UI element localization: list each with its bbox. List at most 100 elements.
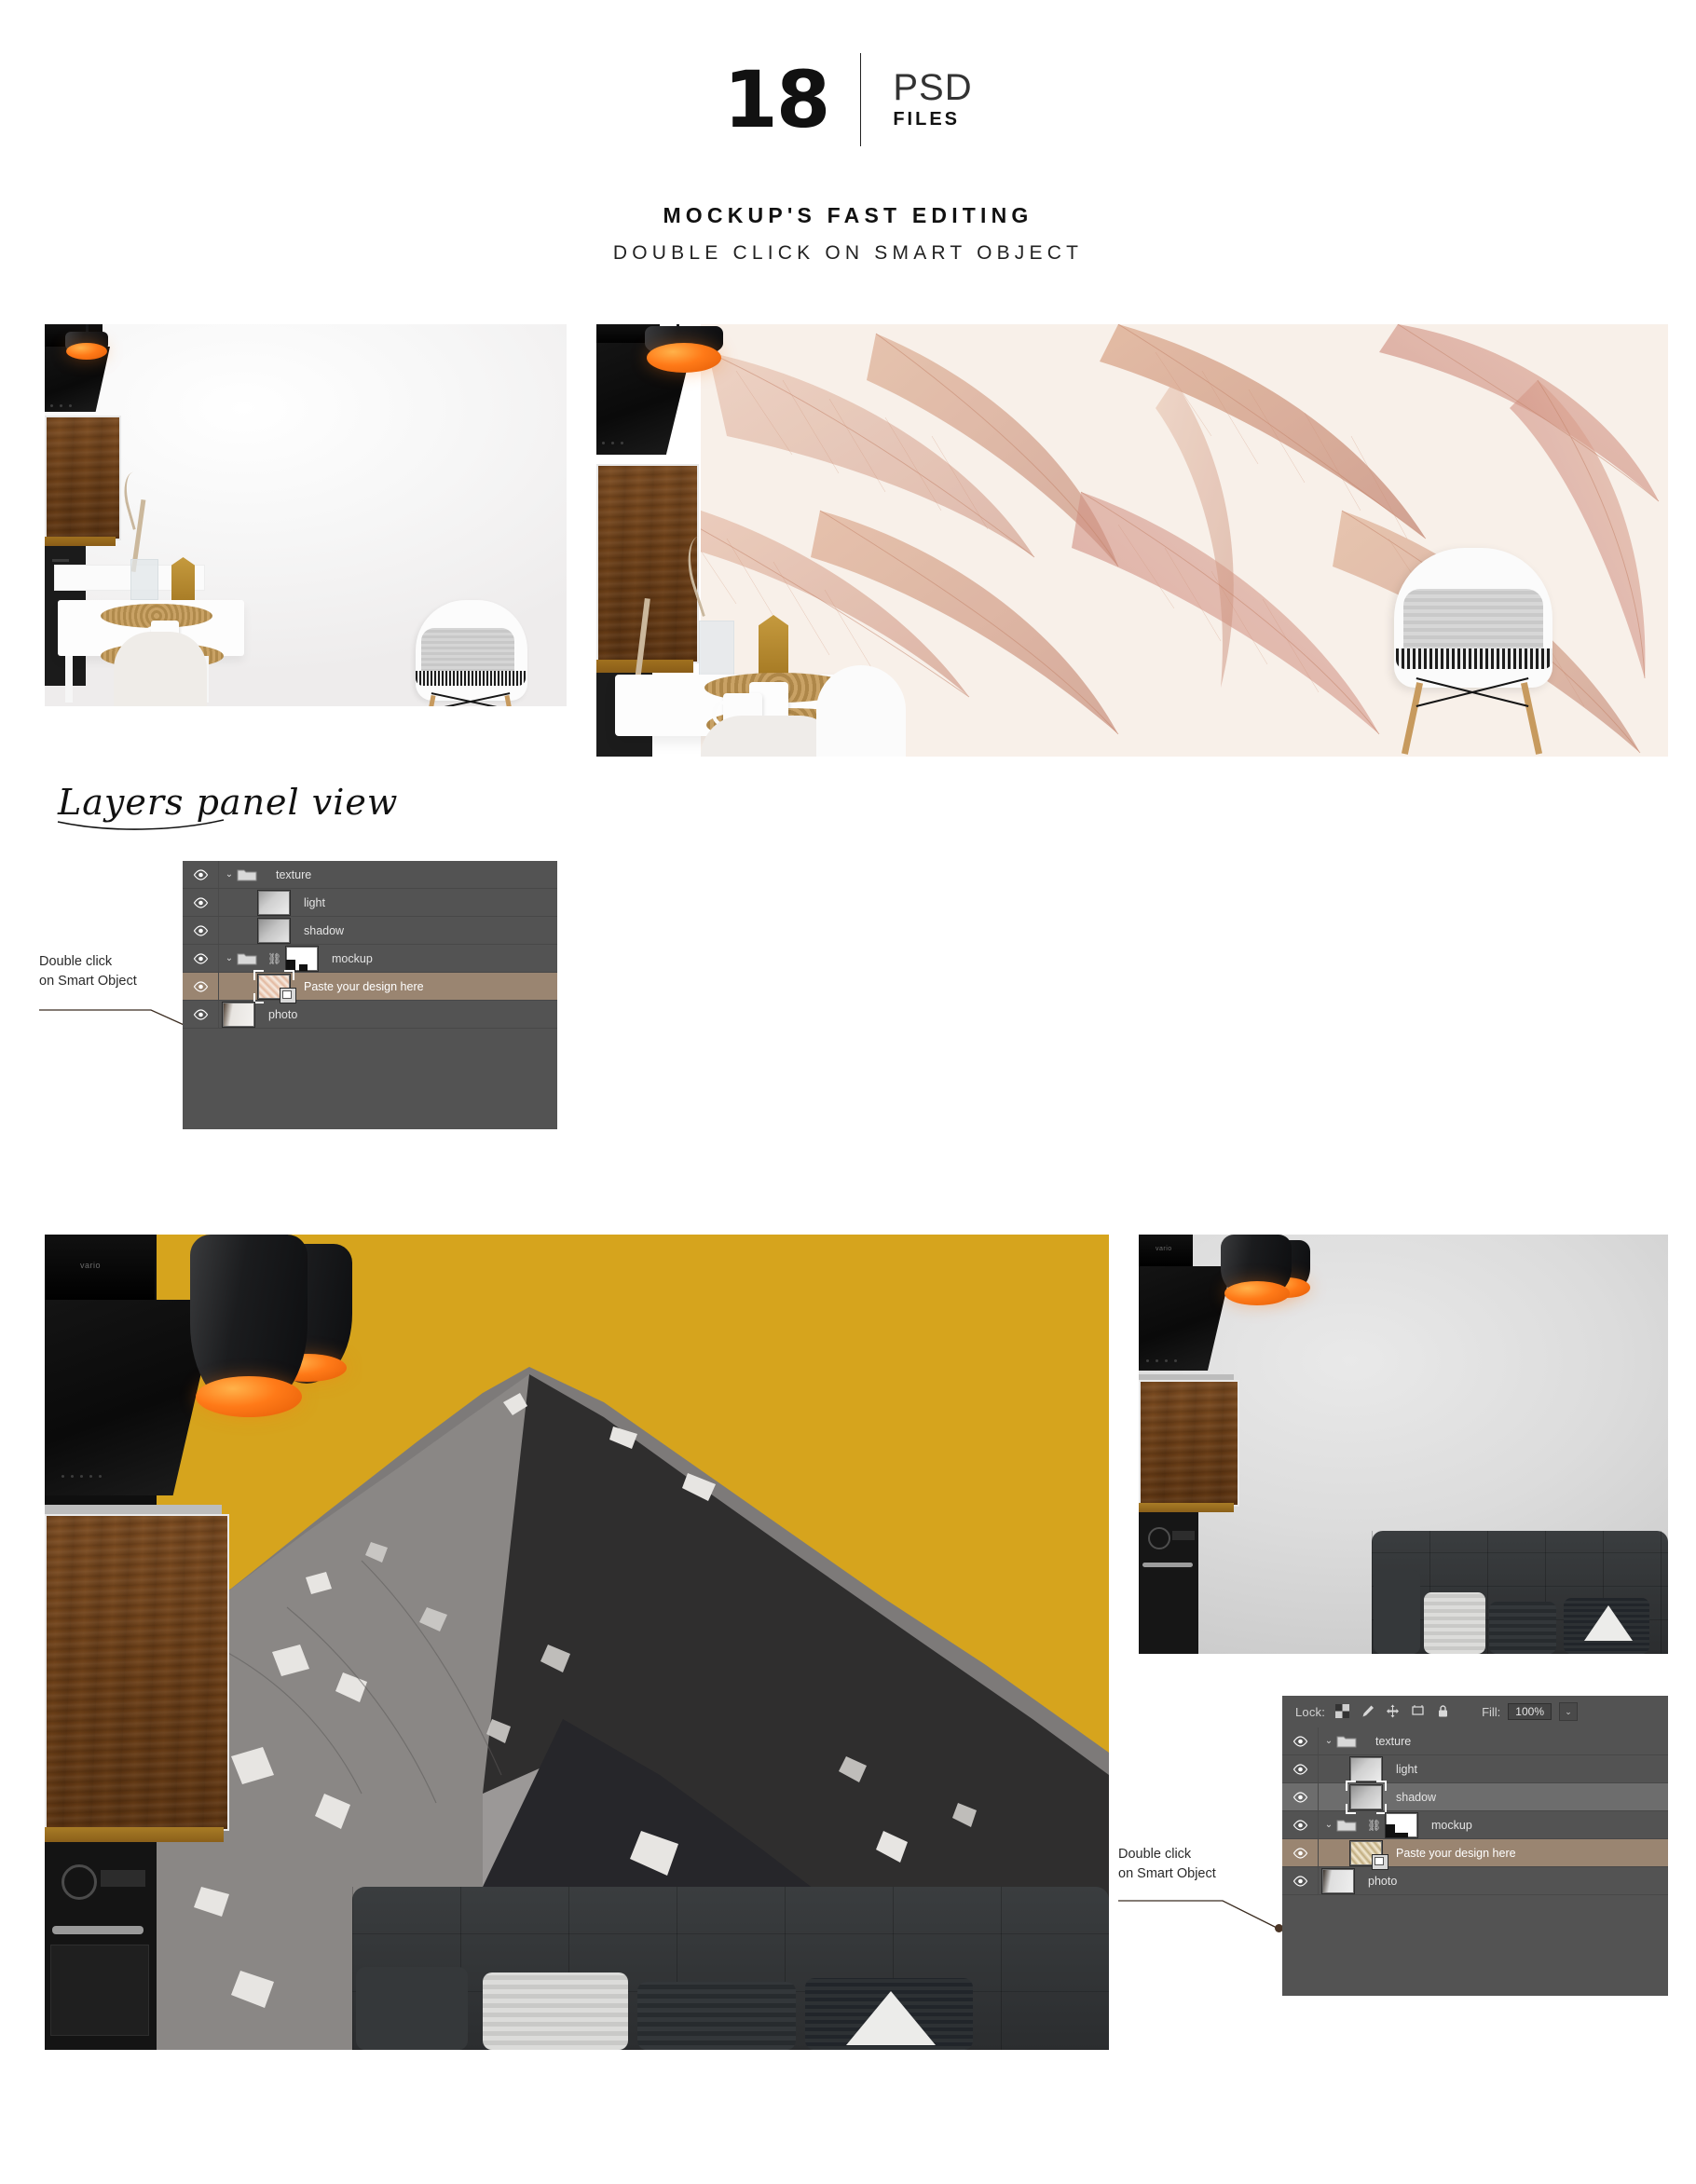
visibility-eye-icon[interactable] [183, 952, 218, 964]
oven-door [50, 1945, 149, 2036]
hood-control-dots [1146, 1359, 1177, 1362]
smart-object-thumbnail[interactable] [1349, 1839, 1388, 1870]
smart-object-thumbnail[interactable] [253, 969, 296, 1003]
layer-thumbnail-photo[interactable] [222, 1001, 255, 1028]
psd-count-block: 18 PSD FILES [0, 48, 1696, 151]
transparency-lock-icon[interactable] [1335, 1704, 1350, 1719]
layer-mask-thumbnail[interactable] [285, 945, 319, 972]
lamp-light [66, 343, 107, 360]
visibility-eye-icon[interactable] [183, 868, 218, 880]
layers-panel-footer [1282, 1895, 1668, 1919]
visibility-eye-icon[interactable] [183, 896, 218, 908]
visibility-eye-icon[interactable] [1282, 1763, 1318, 1775]
lock-all-icon[interactable] [1436, 1704, 1451, 1719]
wood-cabinet [596, 464, 699, 663]
layer-row-light[interactable]: light [183, 889, 557, 917]
layer-mask-thumbnail[interactable] [1385, 1811, 1418, 1838]
layer-row-mockup[interactable]: ⌄ ⛓ mockup [183, 945, 557, 973]
layer-row-paste-your-design-here[interactable]: Paste your design here [1282, 1839, 1668, 1870]
layer-name: photo [1368, 1874, 1398, 1888]
photo-floral-mural [596, 324, 1668, 757]
layers-panel-view-heading: Layers panel view [54, 762, 445, 837]
hood-control-dots [602, 442, 623, 444]
layer-thumbnail-photo[interactable] [1321, 1867, 1355, 1894]
lamp-light-a [196, 1376, 302, 1417]
layers-panel-lower[interactable]: Lock: Fill: 100% ⌄ ⌄ texture light shado… [1282, 1696, 1668, 1996]
chevron-down-icon[interactable]: ⌄ [1321, 1820, 1336, 1830]
layer-row-light[interactable]: light [1282, 1755, 1668, 1783]
brush-lock-icon[interactable] [1361, 1704, 1375, 1719]
layer-row-shadow[interactable]: shadow [183, 917, 557, 945]
cushion-dark-knit [1489, 1602, 1556, 1654]
layer-row-photo[interactable]: photo [1282, 1867, 1668, 1895]
fill-value-input[interactable]: 100% [1508, 1703, 1552, 1720]
layer-name: shadow [304, 923, 345, 937]
visibility-eye-icon[interactable] [183, 924, 218, 936]
artboard-lock-icon[interactable] [1411, 1704, 1426, 1719]
layer-row-texture[interactable]: ⌄ texture [1282, 1727, 1668, 1755]
cushion-triangle-motif [1584, 1605, 1633, 1641]
chevron-down-icon[interactable]: ⌄ [222, 953, 237, 963]
wood-cabinet [45, 416, 121, 540]
oven-handle [52, 1926, 144, 1934]
cushion-triangle-motif [846, 1991, 936, 2045]
layer-row-shadow[interactable]: shadow [1282, 1780, 1668, 1814]
countertop [596, 660, 693, 673]
oven-knob [1148, 1527, 1170, 1549]
photo-mountain-mural: vario [45, 1235, 1109, 2050]
page-subtitle: DOUBLE CLICK ON SMART OBJECT [612, 242, 1084, 264]
visibility-eye-icon[interactable] [1282, 1735, 1318, 1747]
glass-vase [130, 559, 158, 600]
layer-row-photo[interactable]: photo [183, 1001, 557, 1029]
layer-row-mockup[interactable]: ⌄ ⛓ mockup [1282, 1811, 1668, 1839]
chevron-down-icon[interactable]: ⌄ [222, 869, 237, 880]
layer-name: light [1396, 1762, 1417, 1776]
table-leg-left [65, 656, 73, 703]
visibility-eye-icon[interactable] [183, 980, 218, 992]
folder-icon [1336, 1734, 1357, 1749]
layer-name: Paste your design here [1396, 1846, 1516, 1860]
layer-thumbnail-light[interactable] [1349, 1755, 1383, 1782]
move-lock-icon[interactable] [1386, 1704, 1401, 1719]
visibility-eye-icon[interactable] [1282, 1875, 1318, 1887]
layers-panel-footer [183, 1029, 557, 1053]
folder-icon [1336, 1818, 1357, 1833]
layer-row-texture[interactable]: ⌄ texture [183, 861, 557, 889]
visibility-eye-icon[interactable] [183, 1008, 218, 1020]
layers-panel-upper[interactable]: ⌄ texture light shadow ⌄ ⛓ mockup Paste … [183, 861, 557, 1129]
layer-thumbnail-shadow[interactable] [257, 917, 291, 944]
layer-thumbnail-light[interactable] [257, 889, 291, 916]
link-mask-icon[interactable]: ⛓ [267, 952, 281, 965]
photo-plain-grey-wall: vario [1139, 1235, 1668, 1654]
layer-row-paste-your-design-here[interactable]: Paste your design here [183, 969, 557, 1003]
cushion-cream-knit [1424, 1592, 1485, 1654]
glass-vase [699, 621, 734, 678]
folder-icon [237, 951, 257, 966]
layer-thumbnail-shadow[interactable] [1346, 1780, 1387, 1814]
fill-control-group[interactable]: Fill: 100% ⌄ [1482, 1702, 1578, 1721]
layer-name: shadow [1396, 1790, 1437, 1804]
visibility-eye-icon[interactable] [1282, 1847, 1318, 1859]
visibility-eye-icon[interactable] [1282, 1819, 1318, 1831]
page-header: 18 PSD FILES MOCKUP'S FAST EDITING DOUBL… [0, 0, 1696, 280]
hood-brand-label: vario [1156, 1246, 1172, 1252]
cushion-fringe [416, 671, 526, 686]
visibility-eye-icon[interactable] [1282, 1791, 1318, 1803]
layers-lock-toolbar[interactable]: Lock: Fill: 100% ⌄ [1282, 1696, 1668, 1727]
psd-count: 18 [723, 54, 830, 145]
chevron-down-icon[interactable]: ⌄ [1559, 1702, 1578, 1721]
layer-name: mockup [1431, 1818, 1472, 1832]
wooden-house-decor [759, 615, 788, 676]
psd-format-block: PSD FILES [893, 69, 972, 130]
cushion-dark-knit [637, 1982, 796, 2050]
hood-base-trim [45, 1505, 222, 1514]
oven-knob [62, 1864, 97, 1900]
oven-detail [52, 559, 69, 562]
annotation-line-1: Double click [1118, 1847, 1192, 1862]
layers-panel-view-label: Layers panel view [57, 782, 398, 823]
chevron-down-icon[interactable]: ⌄ [1321, 1736, 1336, 1746]
countertop [1139, 1503, 1234, 1512]
script-text-svg: Layers panel view [57, 782, 398, 830]
link-mask-icon[interactable]: ⛓ [1367, 1819, 1381, 1832]
lamp-light [647, 343, 721, 373]
